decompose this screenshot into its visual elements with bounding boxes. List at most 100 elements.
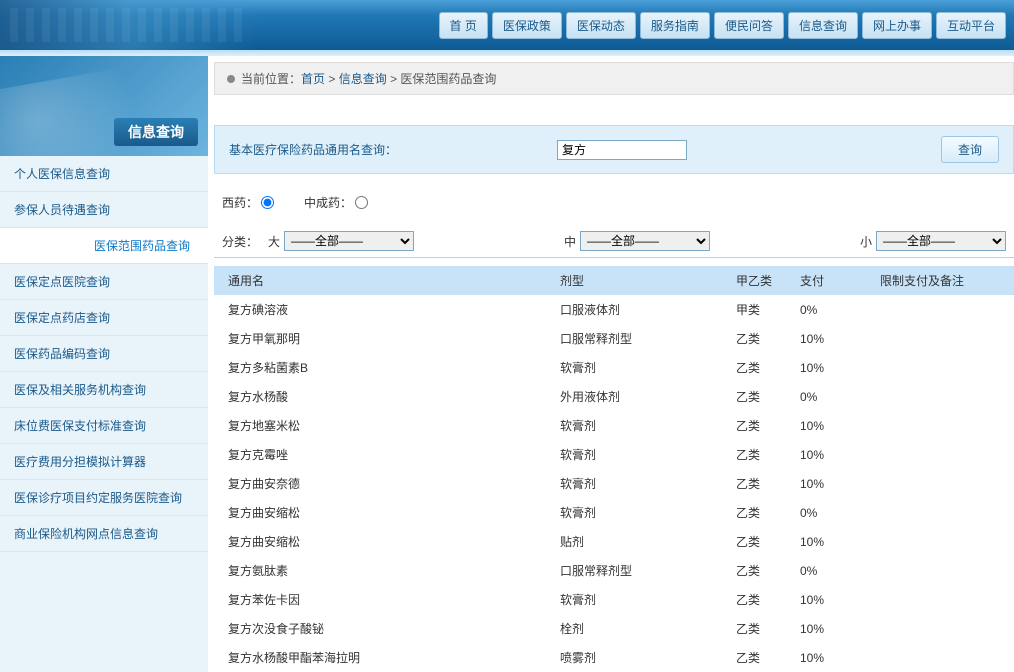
search-bar: 基本医疗保险药品通用名查询： 查询 — [214, 125, 1014, 174]
sidebar-item-10[interactable]: 商业保险机构网点信息查询 — [0, 516, 208, 552]
cell-pay: 10% — [790, 585, 870, 614]
cell-note — [870, 643, 1014, 672]
cell-form: 口服常释剂型 — [550, 556, 726, 585]
results-table: 通用名 剂型 甲乙类 支付 限制支付及备注 复方碘溶液口服液体剂甲类0%复方甲氧… — [214, 266, 1014, 672]
table-row: 复方曲安奈德软膏剂乙类10% — [214, 469, 1014, 498]
sidebar-item-5[interactable]: 医保药品编码查询 — [0, 336, 208, 372]
category-label: 分类： — [222, 233, 258, 250]
cat-mid-select[interactable]: ——全部—— — [580, 231, 710, 251]
sidebar-hero-label: 信息查询 — [114, 118, 198, 146]
cell-type: 乙类 — [726, 324, 790, 353]
cell-note — [870, 498, 1014, 527]
cell-form: 贴剂 — [550, 527, 726, 556]
cat-mid-label: 中 — [564, 233, 576, 250]
cell-pay: 0% — [790, 498, 870, 527]
cell-name: 复方水杨酸 — [214, 382, 550, 411]
table-row: 复方次没食子酸铋栓剂乙类10% — [214, 614, 1014, 643]
sidebar-item-3[interactable]: 医保定点医院查询 — [0, 264, 208, 300]
cell-name: 复方水杨酸甲酯苯海拉明 — [214, 643, 550, 672]
cell-name: 复方克霉唑 — [214, 440, 550, 469]
cell-name: 复方甲氧那明 — [214, 324, 550, 353]
western-radio[interactable] — [261, 196, 274, 209]
sidebar-item-7[interactable]: 床位费医保支付标准查询 — [0, 408, 208, 444]
sidebar: 信息查询 个人医保信息查询参保人员待遇查询医保范围药品查询医保定点医院查询医保定… — [0, 56, 208, 672]
cell-type: 乙类 — [726, 614, 790, 643]
cat-big-select[interactable]: ——全部—— — [284, 231, 414, 251]
cell-type: 乙类 — [726, 382, 790, 411]
nav-item-6[interactable]: 网上办事 — [862, 12, 932, 39]
cell-note — [870, 527, 1014, 556]
table-row: 复方克霉唑软膏剂乙类10% — [214, 440, 1014, 469]
chinese-label-text: 中成药： — [304, 194, 352, 211]
sidebar-item-9[interactable]: 医保诊疗项目约定服务医院查询 — [0, 480, 208, 516]
th-type: 甲乙类 — [726, 266, 790, 295]
search-input[interactable] — [557, 140, 687, 160]
th-note: 限制支付及备注 — [870, 266, 1014, 295]
nav-item-4[interactable]: 便民问答 — [714, 12, 784, 39]
cell-form: 软膏剂 — [550, 585, 726, 614]
chinese-radio-label[interactable]: 中成药： — [304, 194, 368, 211]
cell-form: 软膏剂 — [550, 411, 726, 440]
chinese-radio[interactable] — [355, 196, 368, 209]
table-row: 复方地塞米松软膏剂乙类10% — [214, 411, 1014, 440]
content: 当前位置：首页 > 信息查询 > 医保范围药品查询 基本医疗保险药品通用名查询：… — [208, 56, 1014, 672]
cell-pay: 0% — [790, 382, 870, 411]
cell-name: 复方地塞米松 — [214, 411, 550, 440]
cell-pay: 0% — [790, 295, 870, 324]
cell-pay: 10% — [790, 469, 870, 498]
banner-decoration — [0, 0, 260, 50]
sidebar-item-0[interactable]: 个人医保信息查询 — [0, 156, 208, 192]
cell-note — [870, 469, 1014, 498]
cell-form: 栓剂 — [550, 614, 726, 643]
sidebar-item-1[interactable]: 参保人员待遇查询 — [0, 192, 208, 228]
th-pay: 支付 — [790, 266, 870, 295]
cell-type: 乙类 — [726, 411, 790, 440]
cell-note — [870, 382, 1014, 411]
sidebar-item-8[interactable]: 医疗费用分担模拟计算器 — [0, 444, 208, 480]
sidebar-list: 个人医保信息查询参保人员待遇查询医保范围药品查询医保定点医院查询医保定点药店查询… — [0, 156, 208, 552]
sidebar-item-2[interactable]: 医保范围药品查询 — [0, 228, 208, 264]
cell-type: 乙类 — [726, 556, 790, 585]
cell-note — [870, 614, 1014, 643]
cell-form: 口服常释剂型 — [550, 324, 726, 353]
sidebar-hero: 信息查询 — [0, 56, 208, 156]
cell-type: 乙类 — [726, 469, 790, 498]
western-radio-label[interactable]: 西药： — [222, 194, 274, 211]
cell-form: 软膏剂 — [550, 498, 726, 527]
sidebar-item-4[interactable]: 医保定点药店查询 — [0, 300, 208, 336]
cell-pay: 10% — [790, 353, 870, 382]
cell-note — [870, 295, 1014, 324]
cell-name: 复方苯佐卡因 — [214, 585, 550, 614]
cell-name: 复方碘溶液 — [214, 295, 550, 324]
breadcrumb-link-0[interactable]: 首页 — [301, 72, 325, 86]
nav-item-3[interactable]: 服务指南 — [640, 12, 710, 39]
cell-type: 乙类 — [726, 353, 790, 382]
th-form: 剂型 — [550, 266, 726, 295]
cell-type: 乙类 — [726, 440, 790, 469]
main-nav: 首 页医保政策医保动态服务指南便民问答信息查询网上办事互动平台 — [439, 12, 1006, 39]
cell-note — [870, 556, 1014, 585]
cell-note — [870, 440, 1014, 469]
cell-pay: 10% — [790, 643, 870, 672]
nav-item-0[interactable]: 首 页 — [439, 12, 488, 39]
cell-form: 口服液体剂 — [550, 295, 726, 324]
cell-name: 复方多粘菌素B — [214, 353, 550, 382]
search-button[interactable]: 查询 — [941, 136, 999, 163]
cell-name: 复方氨肽素 — [214, 556, 550, 585]
breadcrumb-current: 医保范围药品查询 — [400, 72, 496, 86]
nav-item-1[interactable]: 医保政策 — [492, 12, 562, 39]
cell-name: 复方曲安奈德 — [214, 469, 550, 498]
table-row: 复方水杨酸外用液体剂乙类0% — [214, 382, 1014, 411]
breadcrumb-link-1[interactable]: 信息查询 — [339, 72, 387, 86]
cell-note — [870, 353, 1014, 382]
table-row: 复方碘溶液口服液体剂甲类0% — [214, 295, 1014, 324]
nav-item-2[interactable]: 医保动态 — [566, 12, 636, 39]
nav-item-7[interactable]: 互动平台 — [936, 12, 1006, 39]
table-row: 复方曲安缩松软膏剂乙类0% — [214, 498, 1014, 527]
breadcrumb: 当前位置：首页 > 信息查询 > 医保范围药品查询 — [214, 62, 1014, 95]
sidebar-item-6[interactable]: 医保及相关服务机构查询 — [0, 372, 208, 408]
breadcrumb-text: 当前位置：首页 > 信息查询 > 医保范围药品查询 — [241, 70, 496, 87]
nav-item-5[interactable]: 信息查询 — [788, 12, 858, 39]
cat-small-select[interactable]: ——全部—— — [876, 231, 1006, 251]
cell-note — [870, 324, 1014, 353]
